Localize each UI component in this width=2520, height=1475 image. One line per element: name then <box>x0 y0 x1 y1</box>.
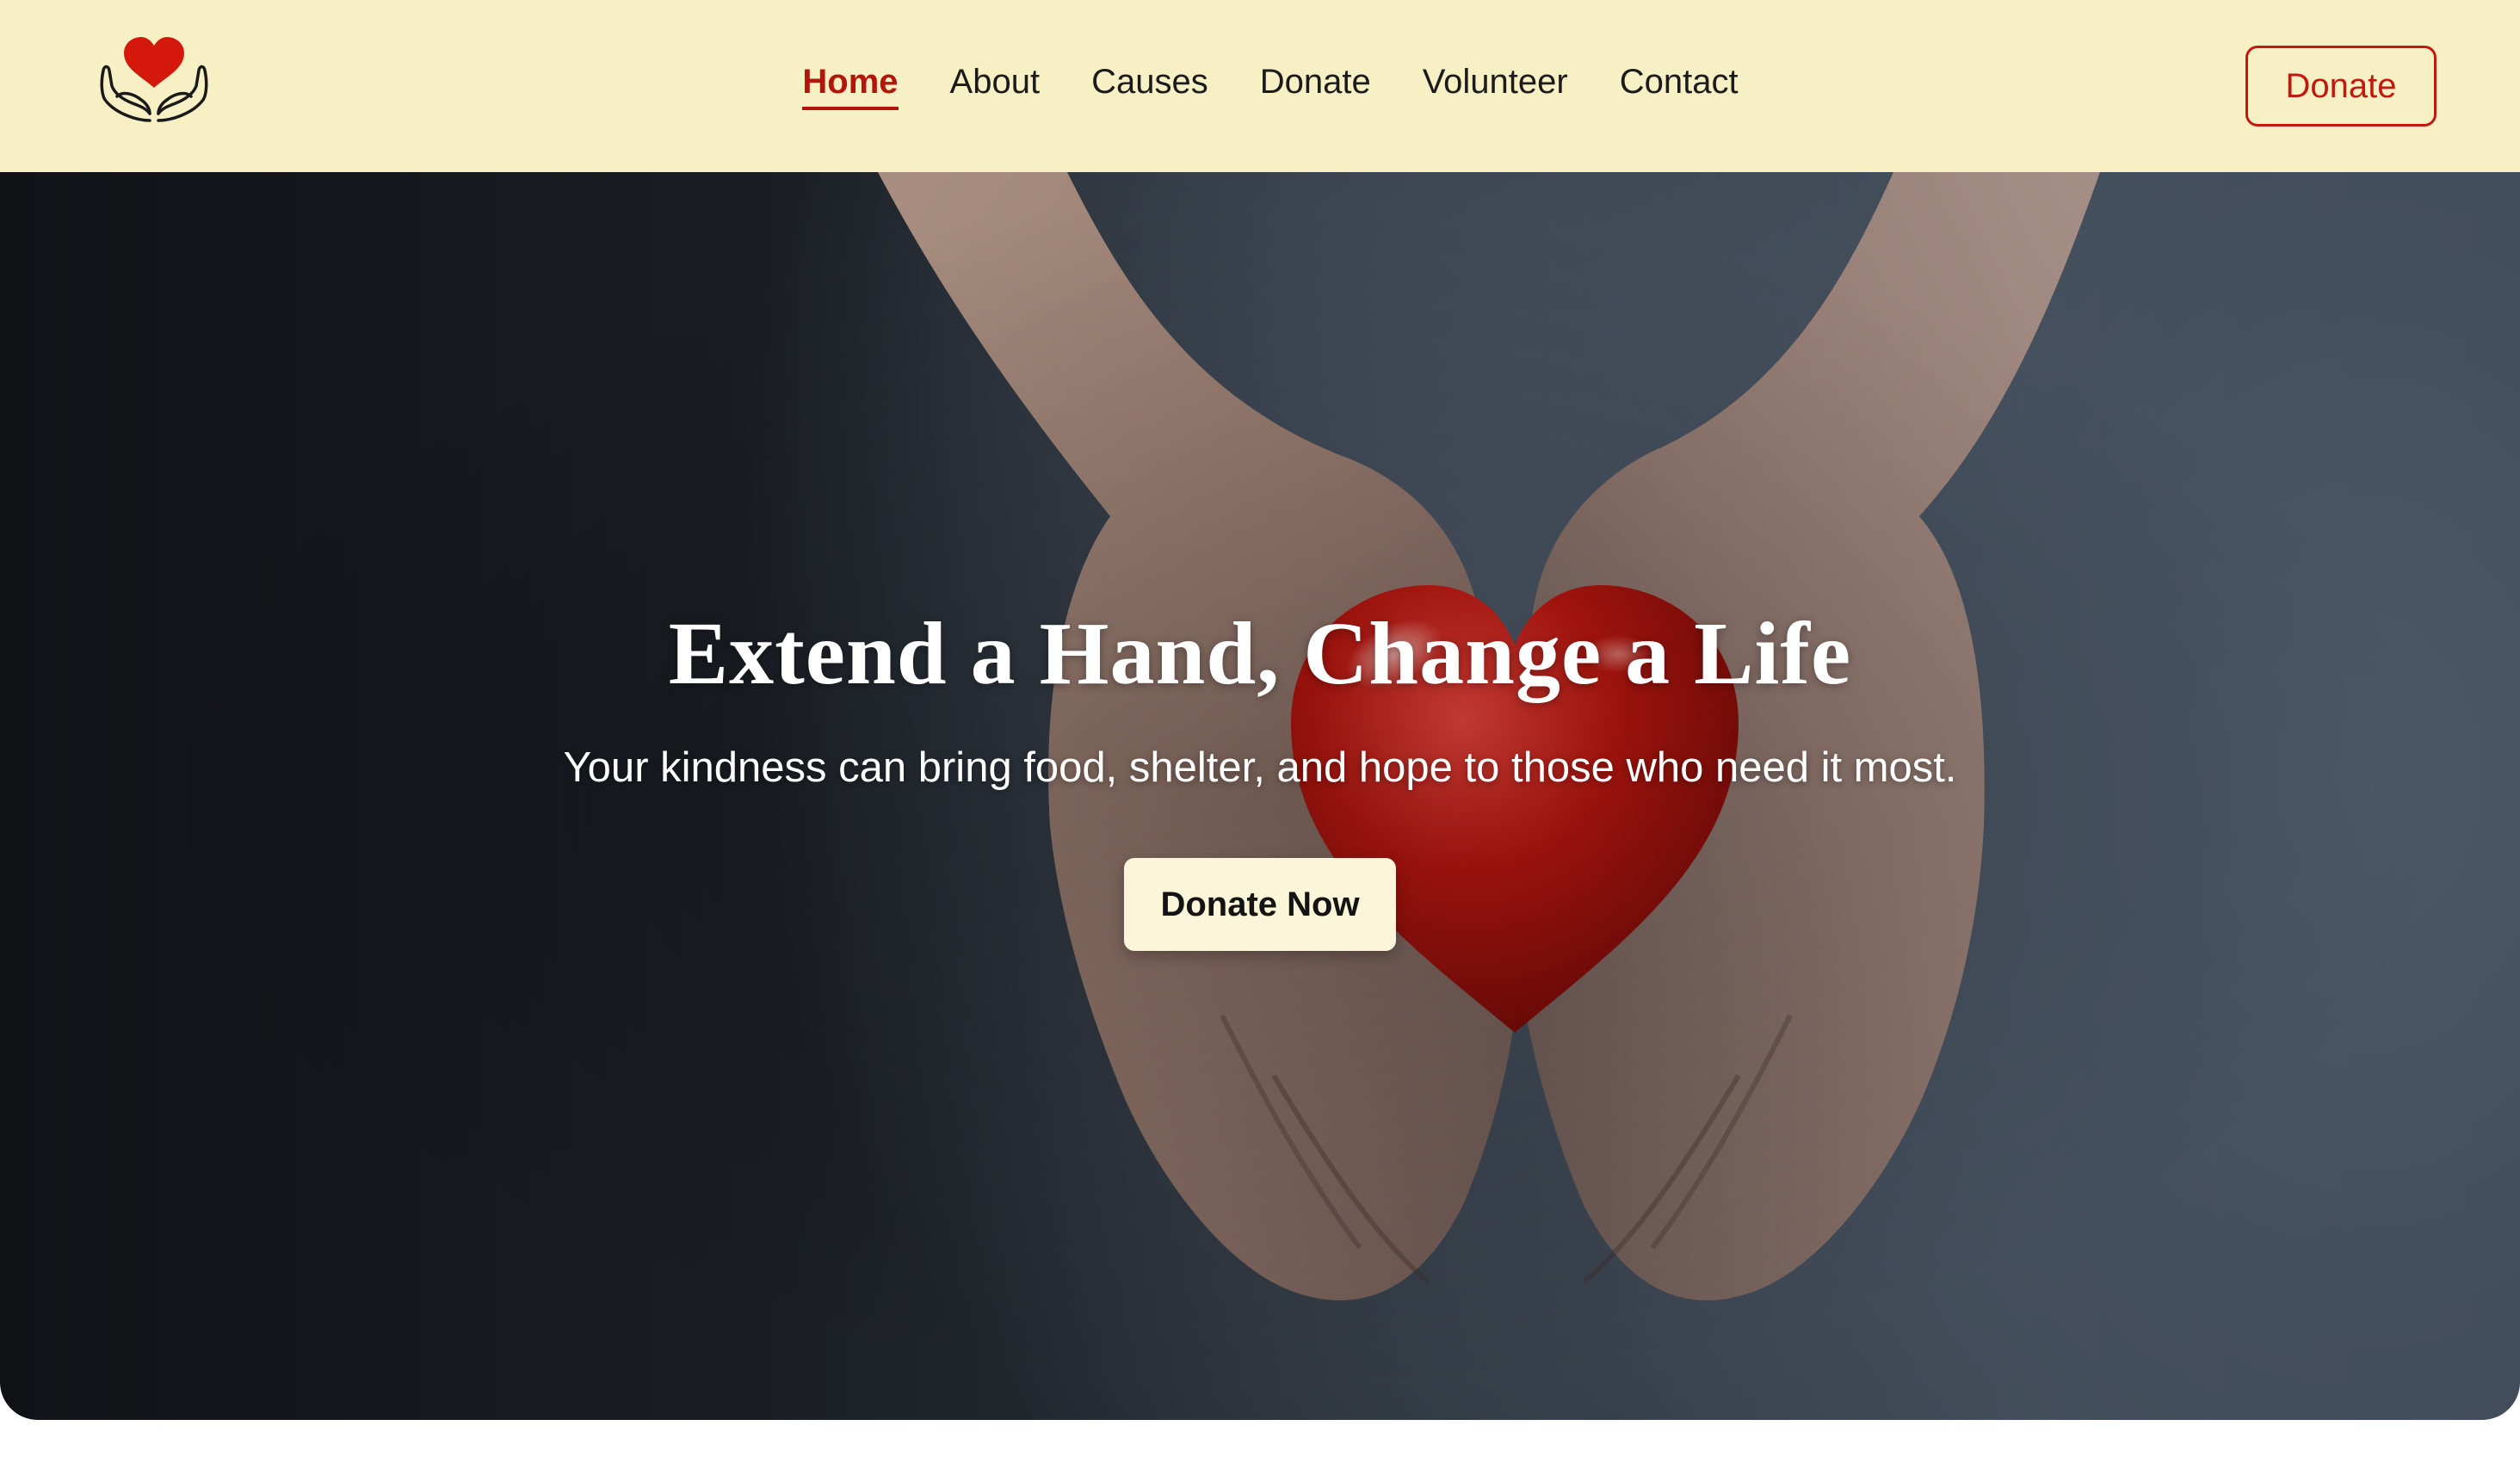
nav-link-about[interactable]: About <box>950 63 1041 110</box>
header-donate-button[interactable]: Donate <box>2245 46 2437 127</box>
site-header: Home About Causes Donate Volunteer Conta… <box>0 0 2520 172</box>
main-navigation: Home About Causes Donate Volunteer Conta… <box>0 0 2520 172</box>
hero-banner: Extend a Hand, Change a Life Your kindne… <box>0 172 2520 1420</box>
donate-now-button[interactable]: Donate Now <box>1124 858 1396 951</box>
nav-link-causes[interactable]: Causes <box>1091 63 1208 110</box>
nav-link-home[interactable]: Home <box>802 63 899 110</box>
nav-link-volunteer[interactable]: Volunteer <box>1423 63 1568 110</box>
hero-subtitle: Your kindness can bring food, shelter, a… <box>563 744 1957 791</box>
hero-content: Extend a Hand, Change a Life Your kindne… <box>0 172 2520 1420</box>
nav-link-contact[interactable]: Contact <box>1620 63 1739 110</box>
hero-title: Extend a Hand, Change a Life <box>668 604 1852 703</box>
nav-link-donate[interactable]: Donate <box>1260 63 1371 110</box>
